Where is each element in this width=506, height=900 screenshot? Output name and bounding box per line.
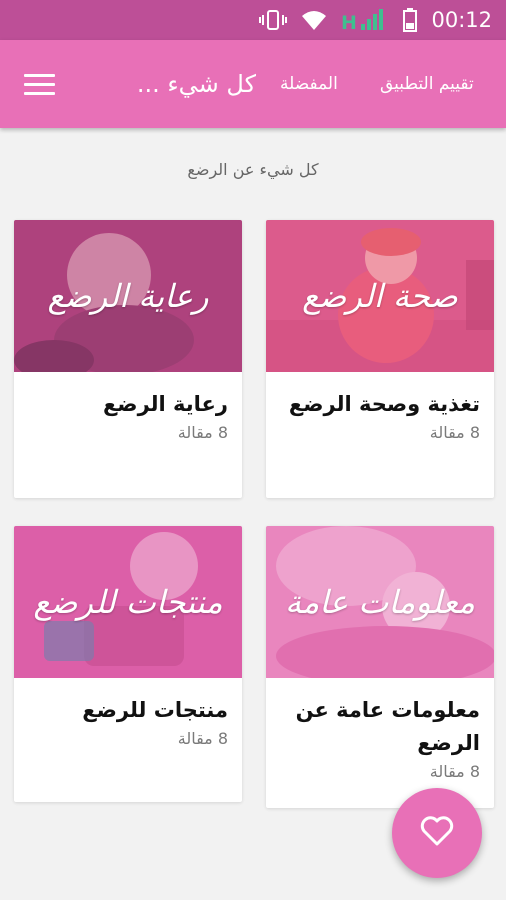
status-bar: H 00:12	[0, 0, 506, 40]
card-title: تغذية وصحة الرضع	[288, 392, 480, 416]
network-type-label: H	[341, 12, 357, 32]
vibrate-icon	[259, 9, 288, 31]
status-time: 00:12	[431, 8, 492, 32]
battery-icon	[403, 8, 418, 32]
app-bar: كل شيء ... المفضلة تقييم التطبيق	[0, 40, 506, 128]
heart-icon	[420, 816, 454, 850]
favorites-button[interactable]: المفضلة	[280, 70, 338, 98]
card-thumbnail: صحة الرضع	[266, 220, 494, 372]
card-thumbnail: رعاية الرضع	[14, 220, 242, 372]
category-card-nutrition[interactable]: صحة الرضع تغذية وصحة الرضع 8 مقالة	[266, 220, 494, 498]
card-thumbnail-text: صحة الرضع	[302, 277, 458, 315]
card-article-count: 8 مقالة	[429, 423, 480, 442]
wifi-icon	[301, 9, 327, 31]
category-card-products[interactable]: منتجات للرضع منتجات للرضع 8 مقالة	[14, 526, 242, 802]
card-thumbnail-text: رعاية الرضع	[47, 277, 209, 315]
signal-icon: H	[341, 8, 389, 32]
card-thumbnail: منتجات للرضع	[14, 526, 242, 678]
app-title: كل شيء ...	[136, 70, 256, 98]
section-title: كل شيء عن الرضع	[187, 160, 319, 179]
card-article-count: 8 مقالة	[177, 423, 228, 442]
card-title: رعاية الرضع	[102, 392, 228, 416]
card-article-count: 8 مقالة	[429, 762, 480, 781]
card-thumbnail: معلومات عامة	[266, 526, 494, 678]
card-article-count: 8 مقالة	[177, 729, 228, 748]
card-thumbnail-text: منتجات للرضع	[33, 583, 223, 621]
card-thumbnail-text: معلومات عامة	[284, 583, 476, 621]
card-title: معلومات عامة عن الرضع	[295, 698, 480, 755]
category-card-care[interactable]: رعاية الرضع رعاية الرضع 8 مقالة	[14, 220, 242, 498]
menu-icon[interactable]	[24, 64, 64, 104]
rate-app-button[interactable]: تقييم التطبيق	[380, 70, 474, 98]
favorites-fab[interactable]	[392, 788, 482, 878]
category-card-general-info[interactable]: معلومات عامة معلومات عامة عن الرضع 8 مقا…	[266, 526, 494, 808]
card-title: منتجات للرضع	[82, 698, 228, 722]
